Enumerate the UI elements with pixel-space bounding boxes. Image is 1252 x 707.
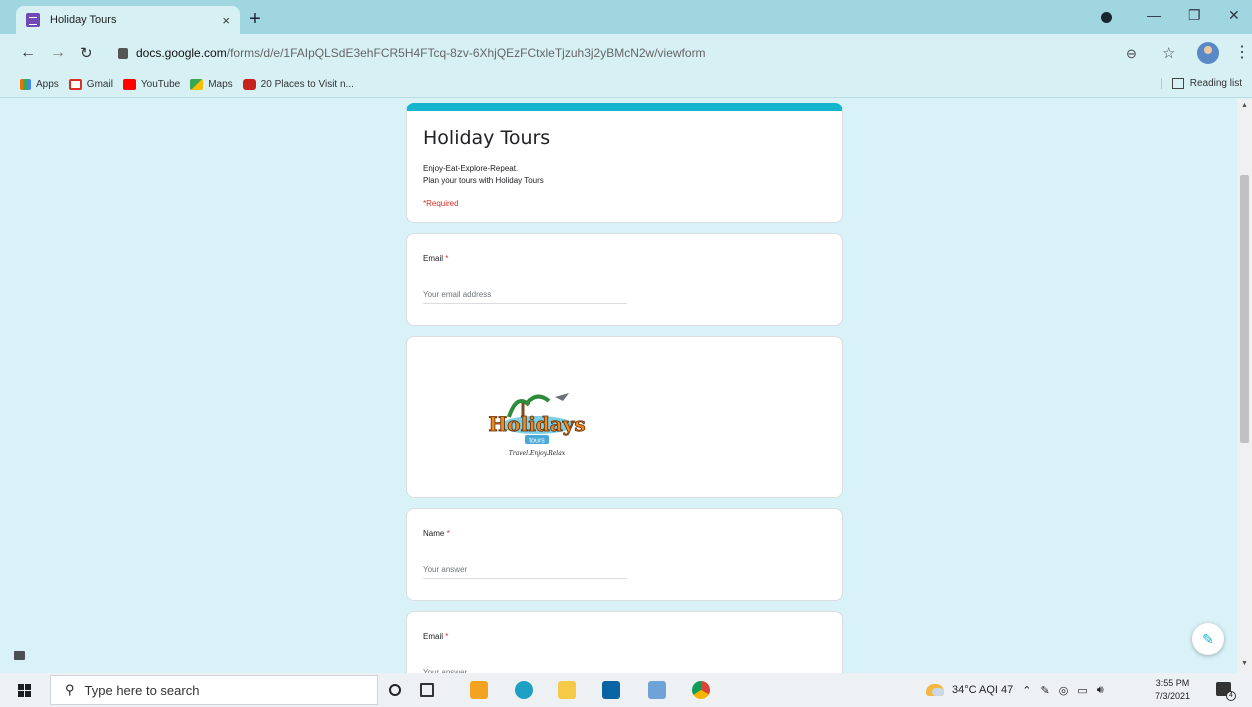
required-asterisk: * bbox=[443, 254, 449, 263]
reload-button[interactable]: ↻ bbox=[80, 44, 93, 62]
bookmark-places[interactable]: 20 Places to Visit n... bbox=[242, 79, 354, 90]
browser-tab[interactable]: Holiday Tours × bbox=[16, 6, 240, 34]
bookmark-label: Apps bbox=[36, 79, 59, 90]
scrollbar-thumb[interactable] bbox=[1240, 175, 1249, 443]
notification-count-badge: 4 bbox=[1226, 691, 1236, 701]
question-text: Name bbox=[423, 529, 445, 538]
windows-taskbar: ⚲ Type here to search 34°C AQI 47 ⌃ ✎ ◎ … bbox=[0, 673, 1252, 707]
scroll-down-arrow-icon[interactable]: ▼ bbox=[1241, 660, 1248, 667]
url-host: docs.google.com bbox=[136, 46, 227, 60]
required-asterisk: * bbox=[443, 632, 449, 641]
edit-pencil-button[interactable]: ✎ bbox=[1192, 623, 1224, 655]
form-header-card: Holiday Tours Enjoy-Eat-Explore-Repeat. … bbox=[406, 103, 843, 223]
search-placeholder: Type here to search bbox=[84, 682, 200, 698]
question-label: Name * bbox=[423, 529, 450, 538]
bookmark-apps[interactable]: Apps bbox=[20, 79, 59, 90]
bookmark-maps[interactable]: Maps bbox=[190, 79, 233, 90]
address-bar[interactable]: docs.google.com/forms/d/e/1FAIpQLSdE3ehF… bbox=[106, 40, 1164, 66]
gmail-icon bbox=[68, 79, 82, 90]
incognito-indicator-icon bbox=[1101, 12, 1112, 23]
system-tray: 34°C AQI 47 ⌃ ✎ ◎ ▭ 🔊︎ bbox=[926, 673, 1104, 707]
edge-browser-icon[interactable] bbox=[515, 681, 533, 699]
question-card-email-2: Email * bbox=[406, 611, 843, 673]
weather-text[interactable]: 34°C AQI 47 bbox=[952, 684, 1013, 696]
page-scrollbar[interactable]: ▲ ▼ bbox=[1237, 99, 1252, 673]
windows-start-button[interactable] bbox=[18, 684, 31, 697]
menu-kebab-icon[interactable]: ⋮ bbox=[1234, 42, 1250, 62]
browser-tab-bar: Holiday Tours × + — ❐ ✕ bbox=[0, 0, 1252, 34]
lock-icon bbox=[118, 47, 128, 59]
apps-grid-icon bbox=[20, 79, 31, 90]
logo-sub-text: tours bbox=[529, 438, 545, 445]
email-input[interactable] bbox=[423, 286, 627, 304]
form-title: Holiday Tours bbox=[423, 127, 551, 149]
close-window-button[interactable]: ✕ bbox=[1228, 7, 1240, 24]
reading-list-button[interactable]: Reading list bbox=[1160, 78, 1242, 89]
cortana-icon[interactable] bbox=[389, 684, 401, 696]
bookmark-label: Maps bbox=[208, 79, 233, 90]
form-page: Holiday Tours Enjoy-Eat-Explore-Repeat. … bbox=[0, 99, 1237, 673]
email-answer-input[interactable] bbox=[423, 664, 627, 673]
back-button[interactable]: ← bbox=[20, 44, 36, 62]
holidays-tours-logo: Holidays tours Travel.Enjoy.Relax bbox=[488, 393, 586, 457]
logo-main-text: Holidays bbox=[488, 412, 585, 436]
question-label: Email * bbox=[423, 632, 448, 641]
question-text: Email bbox=[423, 632, 444, 641]
report-feedback-icon[interactable] bbox=[14, 651, 25, 660]
url-path: /forms/d/e/1FAIpQLSdE3ehFCR5H4FTcq-8zv-6… bbox=[226, 46, 706, 60]
task-view-icon[interactable] bbox=[420, 683, 434, 697]
battery-icon[interactable]: ▭ bbox=[1077, 684, 1087, 697]
weather-icon bbox=[926, 684, 944, 696]
restore-button[interactable]: ❐ bbox=[1188, 7, 1201, 24]
required-note: *Required bbox=[423, 199, 459, 208]
bookmark-label: YouTube bbox=[140, 79, 181, 90]
sublime-text-icon[interactable] bbox=[470, 681, 488, 699]
photos-app-icon[interactable] bbox=[648, 681, 666, 699]
profile-avatar[interactable] bbox=[1197, 42, 1219, 64]
scroll-up-arrow-icon[interactable]: ▲ bbox=[1241, 102, 1248, 109]
mail-icon[interactable] bbox=[602, 681, 620, 699]
bookmark-site-icon bbox=[242, 79, 256, 90]
volume-icon[interactable]: 🔊︎ bbox=[1097, 684, 1104, 697]
zoom-icon[interactable]: ⊖ bbox=[1126, 46, 1137, 62]
question-text: Email bbox=[423, 254, 444, 263]
question-label: Email * bbox=[423, 254, 448, 263]
google-forms-icon bbox=[26, 13, 40, 27]
bookmark-label: 20 Places to Visit n... bbox=[260, 79, 354, 90]
form-description: Enjoy-Eat-Explore-Repeat. Plan your tour… bbox=[423, 164, 544, 185]
reading-list-label: Reading list bbox=[1189, 78, 1242, 89]
reading-list-icon bbox=[1171, 78, 1184, 89]
meet-now-icon[interactable]: ◎ bbox=[1059, 684, 1069, 697]
image-card: Holidays tours Travel.Enjoy.Relax bbox=[406, 336, 843, 498]
bookmarks-bar: Apps Gmail YouTube Maps 20 Places to Vis… bbox=[0, 72, 1252, 98]
forward-button[interactable]: → bbox=[50, 44, 66, 62]
question-card-name: Name * bbox=[406, 508, 843, 601]
clock-time: 3:55 PM bbox=[1155, 678, 1190, 688]
bookmark-gmail[interactable]: Gmail bbox=[68, 79, 113, 90]
maps-icon bbox=[190, 79, 204, 90]
close-tab-icon[interactable]: × bbox=[222, 13, 230, 28]
bookmark-label: Gmail bbox=[86, 79, 113, 90]
tab-title: Holiday Tours bbox=[50, 14, 117, 26]
show-hidden-icons-icon[interactable]: ⌃ bbox=[1022, 684, 1031, 697]
browser-toolbar: ← → ↻ docs.google.com/forms/d/e/1FAIpQLS… bbox=[0, 34, 1252, 72]
pen-icon[interactable]: ✎ bbox=[1041, 684, 1050, 697]
pencil-icon: ✎ bbox=[1202, 630, 1214, 647]
question-card-email: Email * bbox=[406, 233, 843, 326]
clock-date: 7/3/2021 bbox=[1155, 691, 1191, 701]
new-tab-button[interactable]: + bbox=[244, 8, 266, 31]
chrome-icon[interactable] bbox=[692, 681, 710, 699]
bookmark-youtube[interactable]: YouTube bbox=[122, 79, 181, 90]
minimize-button[interactable]: — bbox=[1147, 7, 1161, 23]
logo-tagline: Travel.Enjoy.Relax bbox=[509, 450, 566, 457]
taskbar-search-box[interactable]: ⚲ Type here to search bbox=[50, 675, 378, 705]
taskbar-clock[interactable]: 3:55 PM 7/3/2021 bbox=[1155, 677, 1190, 703]
name-input[interactable] bbox=[423, 561, 627, 579]
youtube-icon bbox=[122, 79, 136, 90]
bookmark-star-icon[interactable]: ☆ bbox=[1162, 44, 1175, 62]
file-explorer-icon[interactable] bbox=[558, 681, 576, 699]
search-icon: ⚲ bbox=[65, 682, 75, 697]
required-asterisk: * bbox=[444, 529, 450, 538]
